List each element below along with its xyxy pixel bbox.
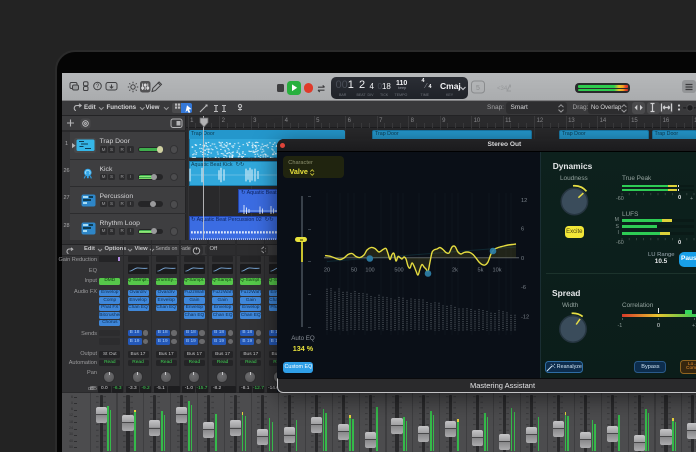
- svg-text:100: 100: [365, 268, 374, 274]
- svg-text:50: 50: [351, 268, 357, 274]
- svg-text:500: 500: [394, 268, 403, 274]
- svg-text:<34: <34: [497, 86, 508, 92]
- svg-text:2k: 2k: [452, 268, 458, 274]
- svg-text:6: 6: [521, 227, 524, 233]
- svg-text:5: 5: [476, 85, 480, 92]
- svg-text:10k: 10k: [492, 268, 501, 274]
- svg-text:5k: 5k: [478, 268, 484, 274]
- svg-text:0: 0: [521, 256, 524, 262]
- svg-text:12: 12: [521, 198, 527, 204]
- svg-text:-6: -6: [521, 285, 526, 291]
- svg-text:-12: -12: [521, 315, 529, 321]
- svg-text:20: 20: [324, 268, 330, 274]
